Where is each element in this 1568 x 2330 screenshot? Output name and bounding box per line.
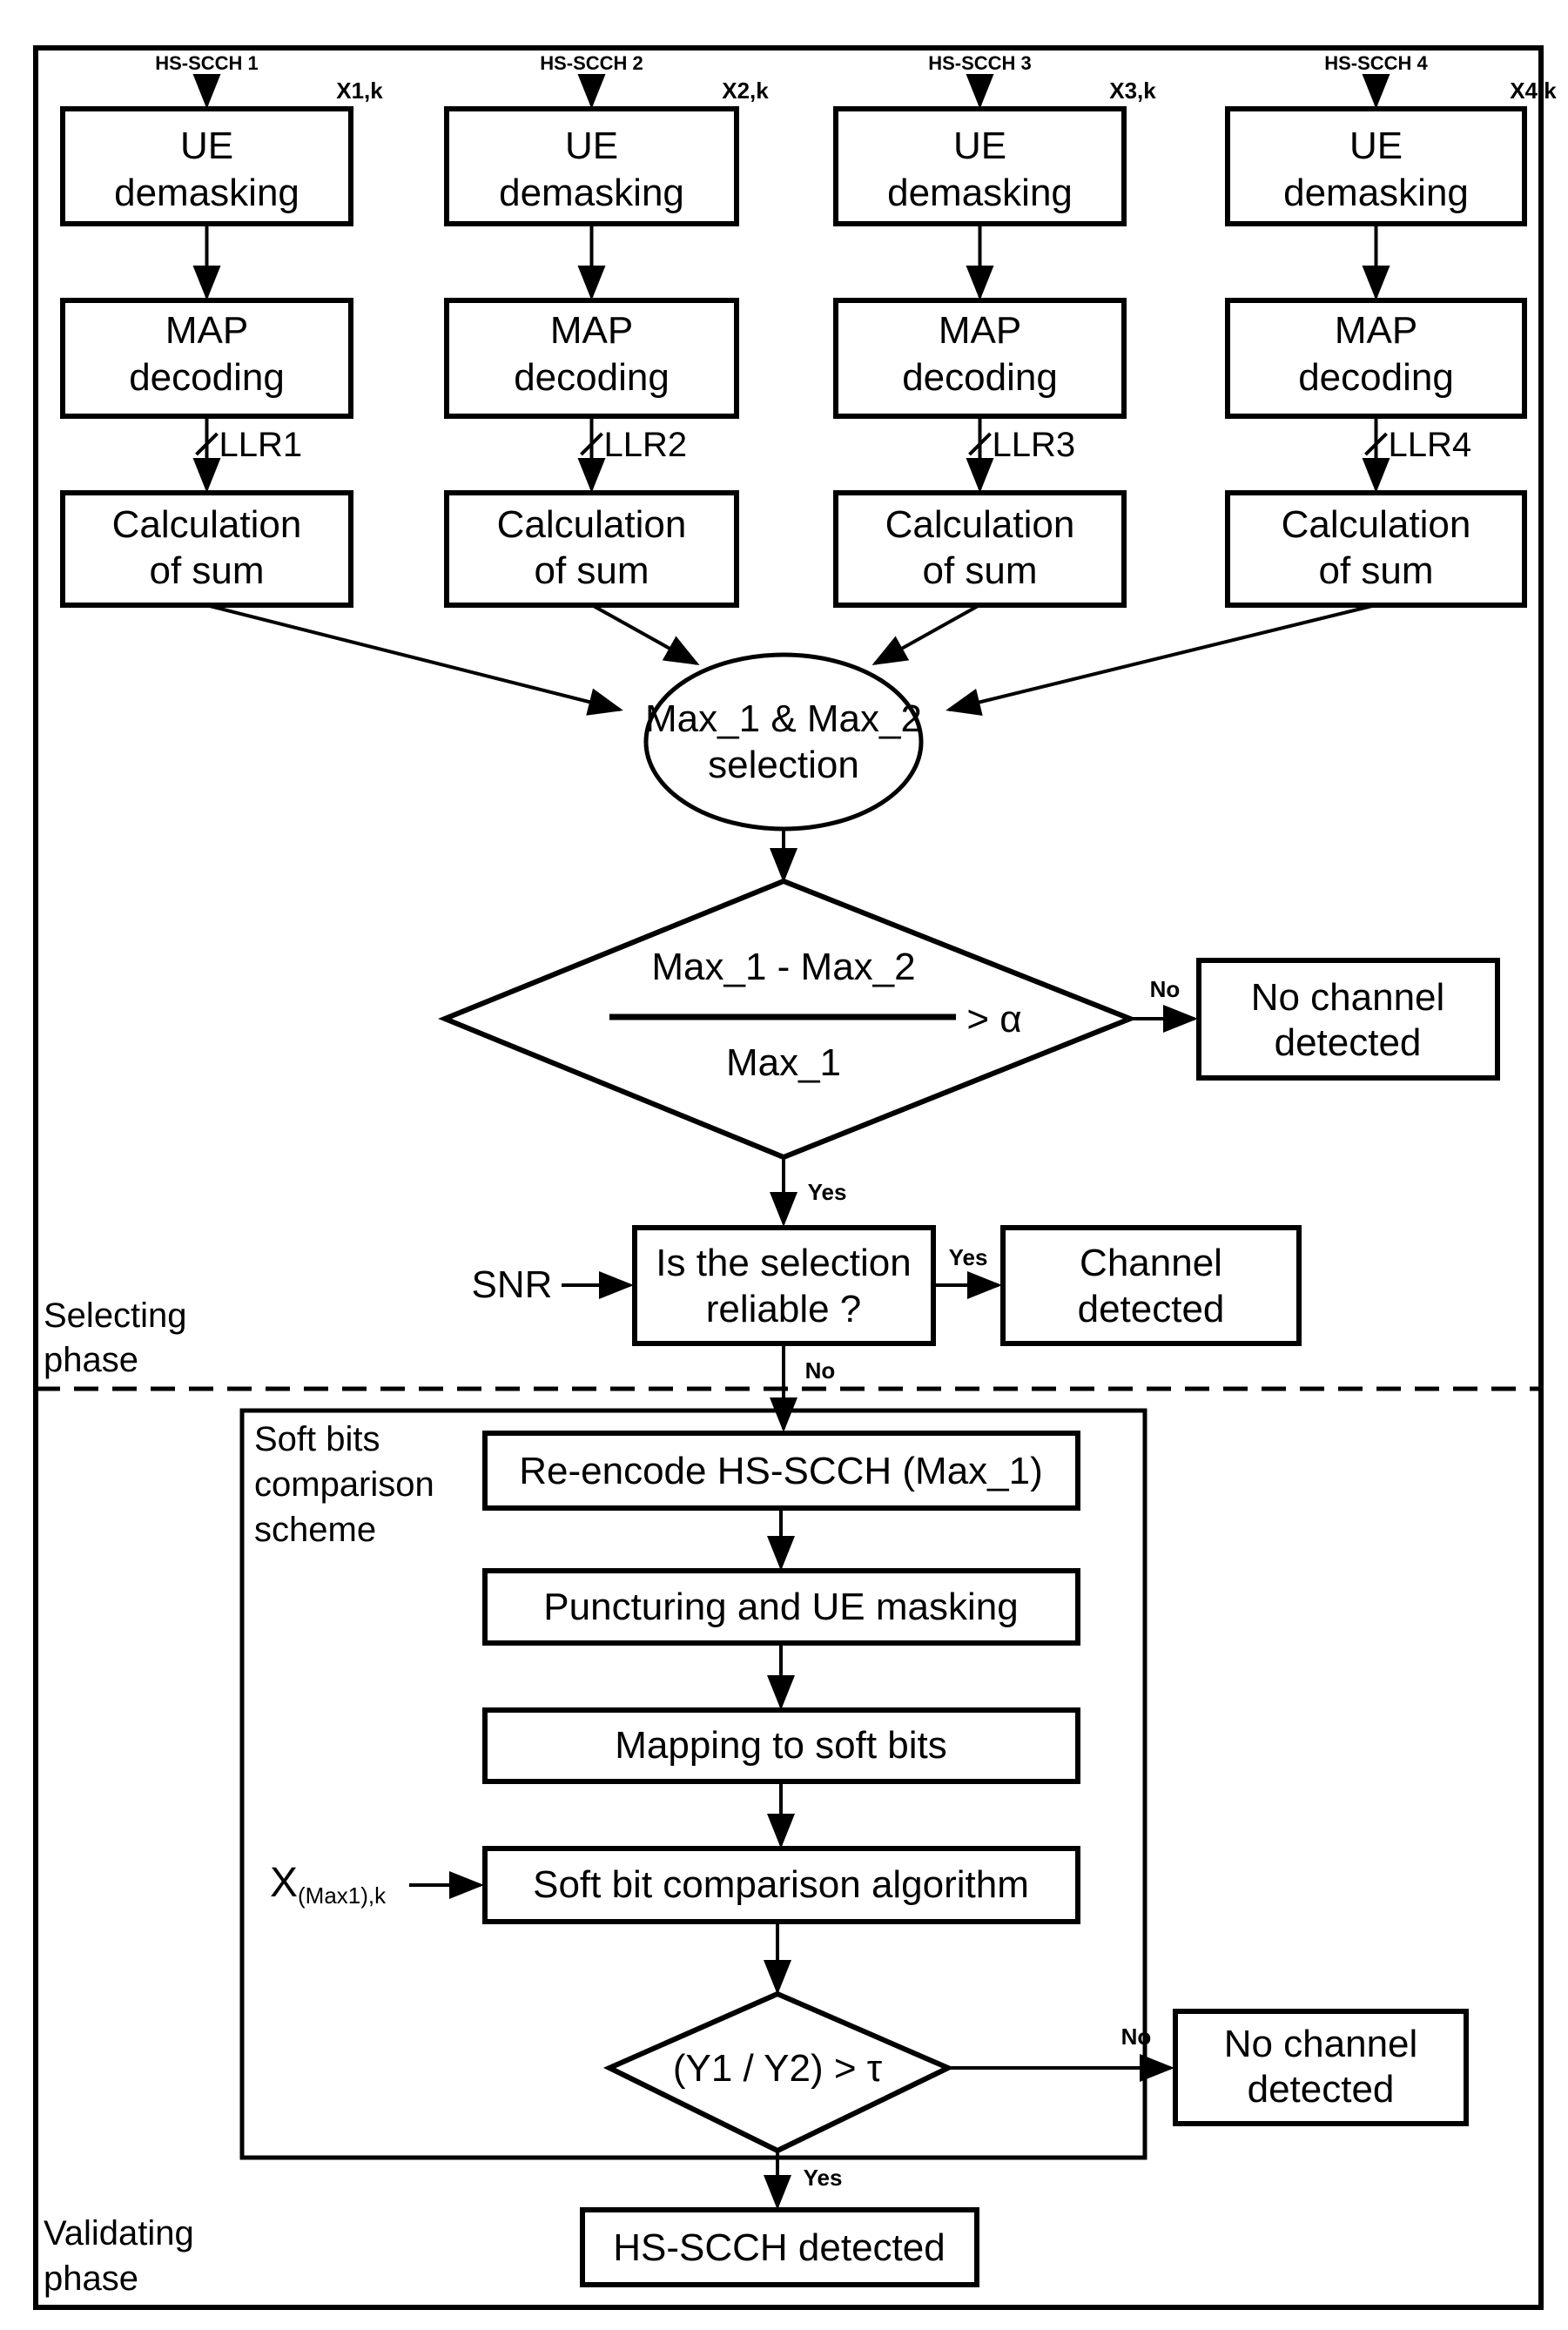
channel-input-label: HS-SCCH 2	[540, 52, 643, 74]
reliable-line1: Is the selection	[656, 1242, 912, 1284]
map-decoding-line2: decoding	[514, 356, 670, 399]
channel-column-3: HS-SCCH 3 X3,k UE demasking MAPdecoding LLR3 C…	[833, 52, 1156, 608]
calc-sum-line2: of sum	[922, 549, 1037, 592]
map-decoding-line1: MAP	[939, 309, 1021, 352]
channel-detected-line2: detected	[1078, 1288, 1225, 1330]
selecting-phase-line1: Selecting	[44, 1296, 187, 1335]
calc-sum-line2: of sum	[534, 549, 649, 592]
selecting-phase-line2: phase	[44, 1341, 138, 1379]
calc-sum-line1: Calculation	[885, 503, 1075, 546]
snr-label: SNR	[472, 1263, 553, 1306]
llr-label: LLR3	[993, 426, 1076, 464]
map-decoding-line2: decoding	[129, 356, 285, 399]
map-decoding-line1: MAP	[1335, 309, 1417, 352]
arrow-sum2-to-selection	[591, 603, 700, 665]
no-channel-1-line2: detected	[1275, 1021, 1422, 1064]
map-decoding-line1: MAP	[550, 309, 633, 352]
ratio-comparator: > α	[966, 998, 1021, 1040]
ue-demasking-line2: demasking	[887, 172, 1073, 214]
arrow-sum3-to-selection	[871, 603, 980, 665]
validating-phase-line1: Validating	[44, 2214, 194, 2253]
max-selection-node	[643, 652, 924, 832]
signal-label: X3,k	[1109, 77, 1156, 104]
map-decoding-line2: decoding	[1298, 356, 1454, 399]
calc-sum-line1: Calculation	[1282, 503, 1471, 546]
calc-sum-line2: of sum	[1318, 549, 1433, 592]
ratio-yes-label: Yes	[808, 1179, 847, 1205]
arrow-sum1-to-selection	[205, 603, 623, 716]
hs-scch-detected-label: HS-SCCH detected	[613, 2226, 945, 2269]
calc-sum-line1: Calculation	[497, 503, 687, 546]
no-channel-1-line1: No channel	[1251, 976, 1445, 1019]
flowchart: HS-SCCH 1X1,kUEdemaskingMAPdecodingLLR1C…	[33, 45, 1557, 2310]
selection-line1: Max_1 & Max_2	[645, 697, 922, 740]
reliable-line2: reliable ?	[706, 1288, 862, 1330]
no-channel-2-line2: detected	[1248, 2068, 1395, 2111]
tau-test-label: (Y1 / Y2) > τ	[673, 2047, 883, 2090]
ue-demasking-line1: UE	[180, 125, 233, 167]
ue-demasking-line2: demasking	[499, 172, 684, 214]
channel-columns: HS-SCCH 1X1,kUEdemaskingMAPdecodingLLR1C…	[60, 52, 1557, 608]
llr-label: LLR4	[1389, 426, 1472, 464]
arrow-sum4-to-selection	[946, 603, 1376, 716]
scheme-line2: comparison	[254, 1465, 434, 1504]
ue-demasking-line2: demasking	[114, 172, 299, 214]
scheme-line1: Soft bits	[254, 1420, 380, 1458]
x-input-label: X(Max1),k	[270, 1860, 387, 1909]
calc-sum-line1: Calculation	[112, 503, 302, 546]
scheme-line3: scheme	[254, 1511, 376, 1549]
channel-column-2: HS-SCCH 2 X2,k UE demasking MAPdecoding LLR2 C…	[444, 52, 769, 608]
reliable-yes-label: Yes	[949, 1244, 988, 1270]
map-decoding-line1: MAP	[165, 309, 248, 352]
llr-label: LLR2	[604, 426, 688, 464]
mapping-label: Mapping to soft bits	[615, 1724, 947, 1767]
channel-detected-line1: Channel	[1080, 1242, 1222, 1284]
ratio-no-label: No	[1150, 976, 1181, 1002]
selection-line2: selection	[708, 744, 859, 786]
puncturing-label: Puncturing and UE masking	[543, 1586, 1018, 1628]
channel-input-label: HS-SCCH 3	[928, 52, 1032, 74]
map-decoding-line2: decoding	[902, 356, 1058, 399]
channel-input-label: HS-SCCH 1	[155, 52, 259, 74]
ue-demasking-line2: demasking	[1283, 172, 1469, 214]
ue-demasking-line1: UE	[565, 125, 618, 167]
reencode-label: Re-encode HS-SCCH (Max_1)	[519, 1450, 1043, 1492]
ue-demasking-line1: UE	[953, 125, 1006, 167]
llr-label: LLR1	[219, 426, 303, 464]
tau-yes-label: Yes	[804, 2165, 843, 2191]
ratio-numerator: Max_1 - Max_2	[651, 946, 915, 988]
channel-column-4: HS-SCCH 4 X4,k UE demasking MAPdecoding LLR4 C…	[1225, 52, 1557, 608]
signal-label: X4,k	[1510, 77, 1557, 104]
channel-input-label: HS-SCCH 4	[1324, 52, 1428, 74]
ratio-denominator: Max_1	[726, 1041, 841, 1084]
channel-column-1: HS-SCCH 1 X1,k UE demasking MAPdecoding LLR1 C…	[60, 52, 383, 608]
validating-phase-line2: phase	[44, 2259, 138, 2298]
ue-demasking-line1: UE	[1349, 125, 1403, 167]
no-channel-2-line1: No channel	[1224, 2023, 1418, 2065]
signal-label: X2,k	[722, 77, 769, 104]
signal-label: X1,k	[336, 77, 383, 104]
reliable-no-label: No	[805, 1357, 836, 1384]
calc-sum-line2: of sum	[149, 549, 264, 592]
soft-compare-label: Soft bit comparison algorithm	[533, 1863, 1029, 1906]
tau-no-label: No	[1121, 2024, 1152, 2050]
